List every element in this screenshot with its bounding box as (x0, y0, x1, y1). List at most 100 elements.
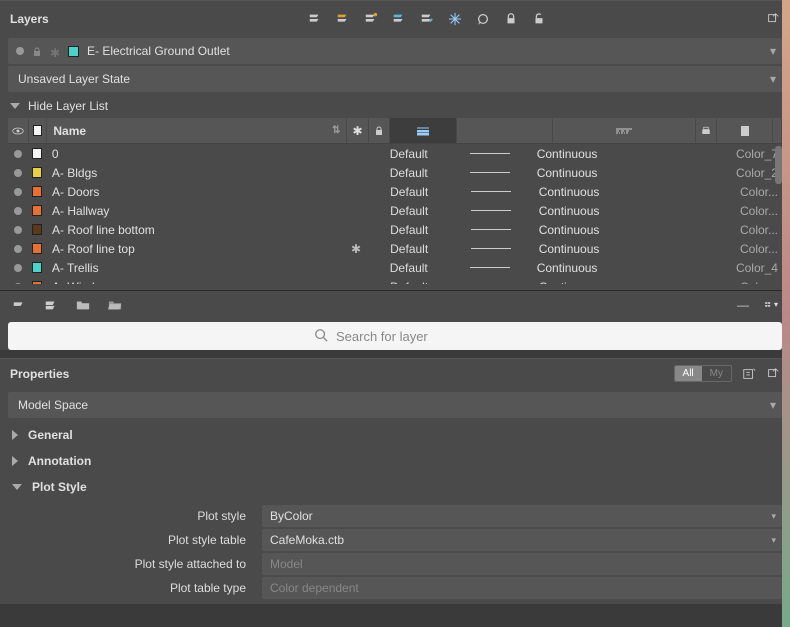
layer-lock-icon[interactable] (504, 12, 518, 26)
row-line-sample (448, 191, 535, 192)
table-row[interactable]: A- Doors Default Continuous Color... (8, 182, 782, 201)
row-visibility[interactable] (8, 245, 28, 253)
row-lineweight[interactable]: Default (386, 166, 447, 180)
row-visibility[interactable] (8, 169, 28, 177)
folder-icon[interactable] (76, 298, 90, 312)
row-linetype[interactable]: Continuous (535, 223, 665, 237)
new-group-icon[interactable] (44, 298, 58, 312)
row-linetype[interactable]: Continuous (533, 166, 662, 180)
row-visibility[interactable] (8, 283, 28, 285)
table-row[interactable]: A- Roof line top ✱ Default Continuous Co… (8, 239, 782, 258)
plot-style-value[interactable]: ByColor▾ (262, 505, 782, 527)
folder-open-icon[interactable] (108, 298, 122, 312)
table-row[interactable]: A- Hallway Default Continuous Color... (8, 201, 782, 220)
chevron-down-icon: ▾ (771, 511, 776, 522)
table-row[interactable]: A- Roof line bottom Default Continuous C… (8, 220, 782, 239)
search-input[interactable] (336, 329, 476, 344)
row-color-swatch[interactable] (28, 148, 46, 159)
row-color-swatch[interactable] (28, 167, 46, 178)
layer-search[interactable] (8, 322, 782, 350)
section-annotation[interactable]: Annotation (0, 448, 790, 474)
layer-off-icon[interactable] (476, 12, 490, 26)
row-color-swatch[interactable] (28, 205, 46, 216)
row-freeze[interactable]: ✱ (346, 242, 366, 256)
row-lineweight[interactable]: Default (386, 204, 447, 218)
col-lineweight[interactable] (390, 118, 457, 143)
hide-layer-list-toggle[interactable]: Hide Layer List (0, 94, 790, 118)
row-plotstyle: Color... (736, 185, 782, 199)
minimize-icon[interactable]: — (736, 298, 750, 312)
row-linetype[interactable]: Continuous (533, 261, 662, 275)
scrollbar-thumb[interactable] (775, 146, 782, 184)
row-lineweight[interactable]: Default (386, 147, 447, 161)
row-visibility[interactable] (8, 188, 28, 196)
row-color-swatch[interactable] (28, 262, 46, 273)
lock-small-icon (32, 46, 42, 56)
row-linetype[interactable]: Continuous (535, 204, 665, 218)
row-plotstyle: Color... (736, 280, 782, 285)
row-color-swatch[interactable] (28, 243, 46, 254)
row-lineweight[interactable]: Default (386, 185, 447, 199)
undock-icon[interactable] (766, 12, 780, 26)
row-name: 0 (46, 147, 346, 161)
settings-icon[interactable]: ▾ (764, 298, 778, 312)
layer-filter-icon[interactable] (336, 12, 350, 26)
col-visibility[interactable] (8, 118, 29, 143)
col-print[interactable] (696, 118, 717, 143)
row-linetype[interactable]: Continuous (535, 242, 665, 256)
col-color[interactable] (29, 118, 47, 143)
layer-merge-icon[interactable] (392, 12, 406, 26)
plot-style-label: Plot style (8, 509, 256, 523)
col-linetype-sample[interactable] (457, 118, 553, 143)
layer-unlock-icon[interactable] (532, 12, 546, 26)
table-row[interactable]: A- Trellis Default Continuous Color_4 (8, 258, 782, 277)
row-lineweight[interactable]: Default (386, 261, 447, 275)
new-layer-icon[interactable] (12, 298, 26, 312)
row-plotstyle: Color... (736, 242, 782, 256)
row-color-swatch[interactable] (28, 281, 46, 284)
current-layer-dropdown[interactable]: ✱ E- Electrical Ground Outlet ▾ (8, 38, 782, 64)
layer-walk-icon[interactable] (420, 12, 434, 26)
section-general[interactable]: General (0, 422, 790, 448)
row-lineweight[interactable]: Default (386, 280, 447, 285)
properties-panel: Properties All My Model Space ▾ General … (0, 358, 790, 604)
row-visibility[interactable] (8, 207, 28, 215)
row-name: A- Roof line top (46, 242, 346, 256)
col-freeze[interactable]: ✱ (347, 118, 368, 143)
undock-props-icon[interactable] (766, 367, 780, 381)
row-name: A- Windows (46, 280, 346, 285)
row-visibility[interactable] (8, 150, 28, 158)
row-linetype[interactable]: Continuous (535, 185, 665, 199)
row-lineweight[interactable]: Default (386, 242, 447, 256)
row-visibility[interactable] (8, 264, 28, 272)
chevron-down-icon: ▾ (770, 44, 776, 58)
layer-iso-icon[interactable] (364, 12, 378, 26)
layer-state-icon[interactable] (308, 12, 322, 26)
row-plotstyle: Color... (736, 204, 782, 218)
col-name[interactable]: Name⇅ (47, 118, 347, 143)
col-linetype[interactable] (553, 118, 696, 143)
col-plotstyle[interactable] (773, 118, 782, 143)
layer-color-swatch (68, 46, 79, 57)
row-color-swatch[interactable] (28, 224, 46, 235)
object-selector[interactable]: Model Space ▾ (8, 392, 782, 418)
col-lock[interactable] (369, 118, 390, 143)
row-lineweight[interactable]: Default (386, 223, 447, 237)
section-plotstyle[interactable]: Plot Style (0, 474, 790, 500)
table-row[interactable]: A- Bldgs Default Continuous Color_2 (8, 163, 782, 182)
sort-icon: ⇅ (332, 125, 340, 136)
layer-freeze-icon[interactable] (448, 12, 462, 26)
pim-icon[interactable] (742, 367, 756, 381)
row-linetype[interactable]: Continuous (533, 147, 662, 161)
col-page[interactable] (717, 118, 773, 143)
plot-table-value[interactable]: CafeMoka.ctb▾ (262, 529, 782, 551)
table-row[interactable]: A- Windows Default Continuous Color... (8, 277, 782, 284)
tab-all[interactable]: All (675, 366, 702, 381)
current-layer-name: E- Electrical Ground Outlet (87, 44, 230, 58)
row-linetype[interactable]: Continuous (535, 280, 665, 285)
table-row[interactable]: 0 Default Continuous Color_7 (8, 144, 782, 163)
row-visibility[interactable] (8, 226, 28, 234)
tab-my[interactable]: My (702, 366, 731, 381)
layer-state-dropdown[interactable]: Unsaved Layer State ▾ (8, 66, 782, 92)
row-color-swatch[interactable] (28, 186, 46, 197)
